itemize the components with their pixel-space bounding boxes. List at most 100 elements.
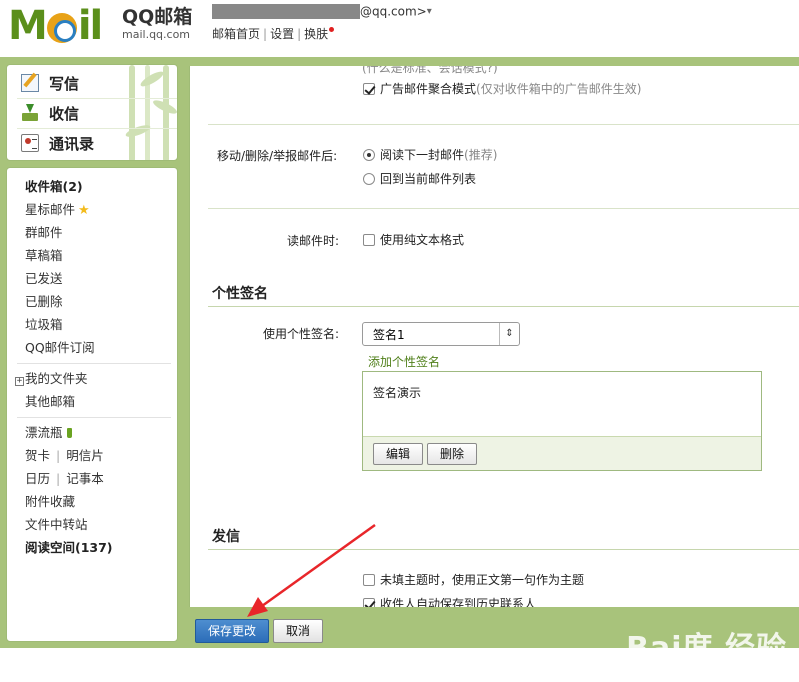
app-notebook[interactable]: 记事本 bbox=[66, 471, 104, 486]
signature-preview-text: 签名演示 bbox=[373, 386, 422, 400]
save-contacts-checkbox[interactable] bbox=[363, 598, 375, 607]
save-changes-button[interactable]: 保存更改 bbox=[195, 619, 269, 643]
row-divider bbox=[208, 208, 799, 209]
compose-button[interactable]: 写信 bbox=[21, 71, 79, 95]
top-header: Mil QQ邮箱 mail.qq.com @qq.com>▾ 邮箱首页 | 设置 | 换… bbox=[0, 0, 799, 61]
compose-label: 写信 bbox=[49, 74, 80, 93]
nav-divider bbox=[17, 128, 177, 129]
ad-aggregate-hint: (仅对收件箱中的广告邮件生效) bbox=[476, 82, 642, 96]
account-switcher[interactable]: @qq.com>▾ bbox=[212, 4, 432, 22]
settings-link[interactable]: 设置 bbox=[270, 27, 294, 41]
folder-list: 收件箱(2) 星标邮件 ★ 群邮件 草稿箱 已发送 已删除 垃圾箱 QQ邮件订阅 … bbox=[6, 167, 178, 642]
cancel-button[interactable]: 取消 bbox=[273, 619, 323, 643]
folder-sent[interactable]: 已发送 bbox=[25, 271, 63, 287]
bamboo-decoration bbox=[163, 65, 169, 160]
ad-aggregate-text: 广告邮件聚合模式 bbox=[380, 82, 477, 96]
logo-letters-il: il bbox=[77, 3, 103, 49]
signature-preview-box: 签名演示 编辑 删除 bbox=[362, 371, 762, 471]
pipe-separator: | bbox=[56, 448, 61, 463]
qq-mail-logo[interactable]: Mil bbox=[8, 3, 103, 49]
address-book-button[interactable]: 通讯录 bbox=[21, 131, 94, 155]
after-action-label: 移动/删除/举报邮件后: bbox=[217, 149, 338, 163]
folder-group[interactable]: 群邮件 bbox=[25, 225, 63, 241]
row-divider bbox=[208, 124, 799, 125]
link-separator: | bbox=[297, 27, 302, 41]
logo-letter-m: M bbox=[8, 3, 48, 49]
settings-panel: (什么是标准、会话模式?) 广告邮件聚合模式(仅对收件箱中的广告邮件生效) 移动… bbox=[189, 66, 799, 607]
my-folders-label: 我的文件夹 bbox=[25, 371, 88, 386]
mailbox-home-link[interactable]: 邮箱首页 bbox=[212, 27, 260, 41]
app-reading-space[interactable]: 阅读空间(137) bbox=[25, 540, 113, 556]
select-arrows-icon: ⇕ bbox=[499, 323, 519, 345]
folder-spam[interactable]: 垃圾箱 bbox=[25, 317, 63, 333]
app-card-row: 贺卡 | 明信片 bbox=[25, 448, 104, 464]
edit-signature-button[interactable]: 编辑 bbox=[373, 443, 423, 465]
mode-help-link[interactable]: (什么是标准、会话模式?) bbox=[362, 66, 498, 76]
save-contacts-label: 收件人自动保存到历史联系人 bbox=[380, 597, 537, 607]
folder-other-mailboxes[interactable]: 其他邮箱 bbox=[25, 394, 75, 410]
address-book-icon bbox=[21, 134, 39, 152]
folder-starred[interactable]: 星标邮件 ★ bbox=[25, 202, 90, 219]
notification-dot-icon bbox=[329, 27, 335, 32]
folder-subscriptions[interactable]: QQ邮件订阅 bbox=[25, 340, 95, 356]
folder-divider bbox=[17, 417, 171, 418]
send-section-title: 发信 bbox=[212, 529, 240, 545]
link-separator: | bbox=[263, 27, 268, 41]
signature-toolbar: 编辑 删除 bbox=[363, 436, 761, 470]
section-divider bbox=[208, 306, 799, 307]
signature-select[interactable]: 签名1 ⇕ bbox=[362, 322, 520, 346]
signature-section-title: 个性签名 bbox=[212, 286, 268, 302]
address-book-label: 通讯录 bbox=[49, 134, 95, 153]
logo-ring-icon bbox=[46, 13, 77, 43]
back-to-list-label: 回到当前邮件列表 bbox=[380, 172, 477, 186]
app-file-transfer[interactable]: 文件中转站 bbox=[25, 517, 88, 533]
header-links: 邮箱首页 | 设置 | 换肤 bbox=[212, 25, 335, 42]
folder-divider bbox=[17, 363, 171, 364]
chevron-down-icon: ▾ bbox=[426, 6, 432, 17]
settings-main: (什么是标准、会话模式?) 广告邮件聚合模式(仅对收件箱中的广告邮件生效) 移动… bbox=[183, 61, 799, 682]
folder-drafts[interactable]: 草稿箱 bbox=[25, 248, 63, 264]
ad-aggregate-label: 广告邮件聚合模式(仅对收件箱中的广告邮件生效) bbox=[380, 81, 641, 97]
add-signature-link[interactable]: 添加个性签名 bbox=[368, 353, 440, 370]
inbox-receive-button[interactable]: 收信 bbox=[21, 101, 79, 125]
plain-text-checkbox[interactable] bbox=[363, 234, 375, 246]
app-drift-bottle[interactable]: 漂流瓶 bbox=[25, 425, 72, 441]
read-next-text: 阅读下一封邮件 bbox=[380, 148, 465, 162]
inbox-download-icon bbox=[21, 104, 39, 122]
brand-name: QQ邮箱 bbox=[122, 6, 193, 28]
folder-inbox[interactable]: 收件箱(2) bbox=[25, 179, 83, 195]
brand-text: QQ邮箱 mail.qq.com bbox=[122, 6, 192, 42]
app-greeting-card[interactable]: 贺卡 bbox=[25, 448, 50, 463]
delete-signature-button[interactable]: 删除 bbox=[427, 443, 477, 465]
baidu-jingyan-watermark: Bai度 经验 jingyan.baidu.com bbox=[626, 623, 787, 682]
brand-url: mail.qq.com bbox=[122, 28, 191, 41]
app-postcard[interactable]: 明信片 bbox=[66, 448, 104, 463]
drift-bottle-label: 漂流瓶 bbox=[25, 425, 63, 440]
read-next-hint: (推荐) bbox=[464, 148, 498, 162]
section-divider bbox=[208, 549, 799, 550]
read-next-radio[interactable] bbox=[363, 149, 375, 161]
bottle-icon bbox=[66, 428, 72, 438]
no-subject-checkbox[interactable] bbox=[363, 574, 375, 586]
back-to-list-radio[interactable] bbox=[363, 173, 375, 185]
folder-starred-label: 星标邮件 bbox=[25, 202, 76, 217]
account-name-redacted bbox=[212, 4, 360, 19]
leaf-decoration bbox=[138, 69, 166, 89]
my-folders-toggle[interactable]: + 我的文件夹 bbox=[15, 371, 88, 387]
app-calendar[interactable]: 日历 bbox=[25, 471, 50, 486]
skin-link[interactable]: 换肤 bbox=[304, 27, 328, 41]
main-nav-panel: 写信 收信 通讯录 bbox=[6, 64, 178, 161]
reading-label: 读邮件时: bbox=[287, 234, 340, 248]
nav-divider bbox=[17, 98, 177, 99]
bamboo-decoration bbox=[129, 65, 135, 160]
watermark-brand: Bai度 经验 bbox=[626, 631, 787, 666]
expand-plus-icon: + bbox=[15, 376, 24, 386]
compose-icon bbox=[21, 74, 39, 92]
star-icon: ★ bbox=[78, 203, 90, 218]
ad-aggregate-checkbox[interactable] bbox=[363, 83, 375, 95]
folder-deleted[interactable]: 已删除 bbox=[25, 294, 63, 310]
app-attachments[interactable]: 附件收藏 bbox=[25, 494, 75, 510]
pipe-separator: | bbox=[56, 471, 61, 486]
signature-select-value: 签名1 bbox=[373, 328, 405, 342]
no-subject-label: 未填主题时，使用正文第一句作为主题 bbox=[380, 573, 585, 587]
